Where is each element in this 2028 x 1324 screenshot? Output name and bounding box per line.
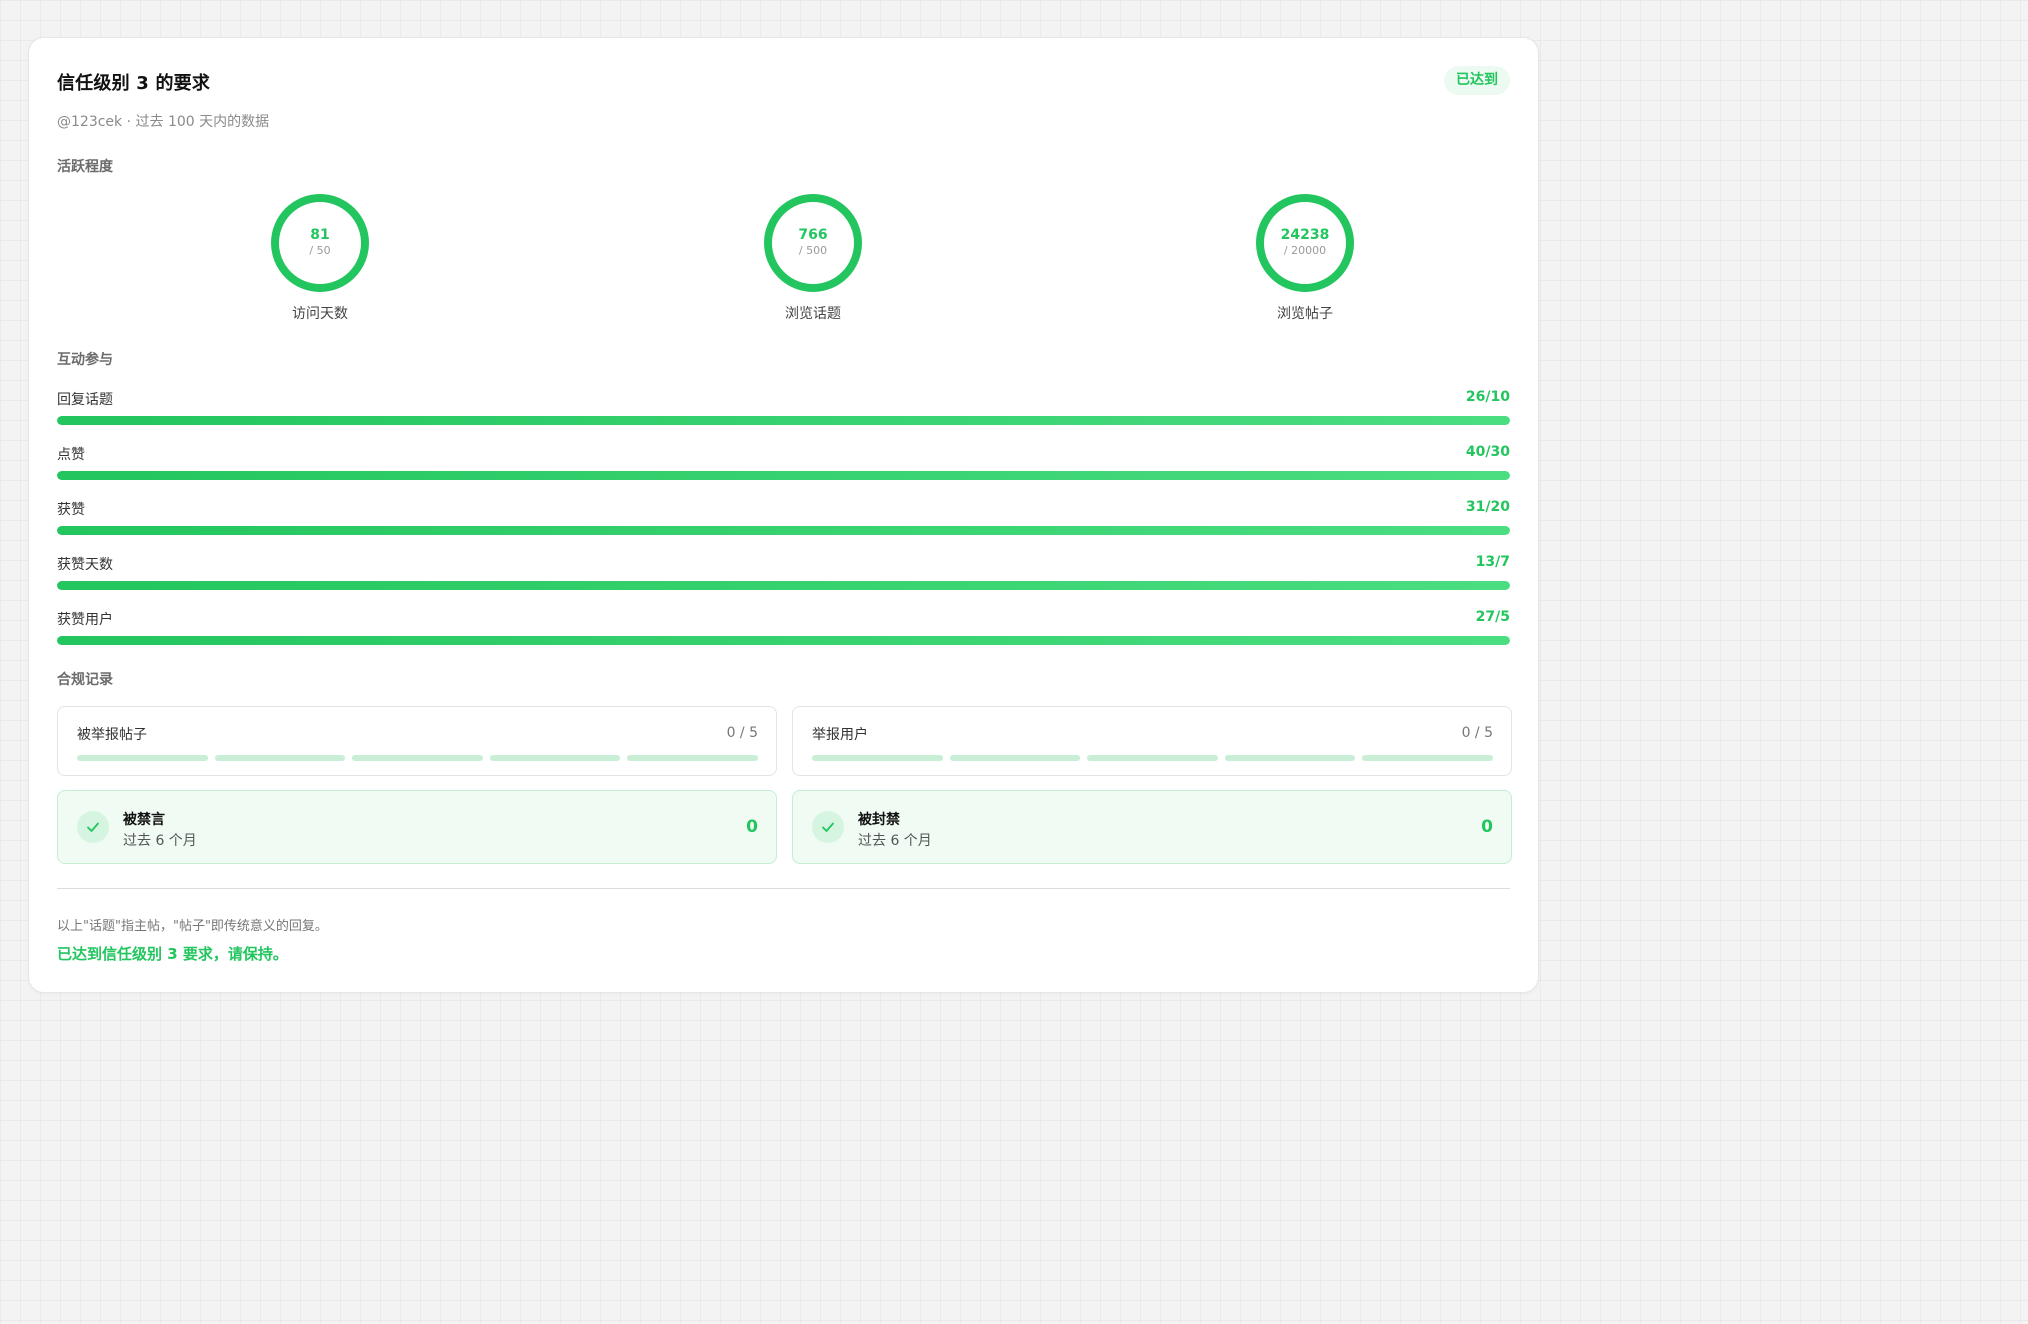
progress-label: 获赞天数 xyxy=(57,557,113,573)
progress-row-liked-days: 获赞天数 13/7 xyxy=(57,554,1510,600)
progress-track xyxy=(57,416,1510,425)
segment xyxy=(627,755,758,761)
divider xyxy=(57,888,1510,889)
progress-track xyxy=(57,471,1510,480)
reported-users-box: 举报用户 0 / 5 xyxy=(792,706,1512,776)
page-title: 信任级别 3 的要求 xyxy=(57,73,211,94)
segment xyxy=(352,755,483,761)
progress-value: 40/30 xyxy=(1465,444,1510,460)
progress-track xyxy=(57,636,1510,645)
progress-track xyxy=(57,581,1510,590)
metric-target: / 50 xyxy=(309,244,331,257)
progress-value: 13/7 xyxy=(1475,554,1510,570)
progress-fill xyxy=(57,526,1510,535)
progress-value: 27/5 xyxy=(1475,609,1510,625)
progress-ring: 81 / 50 xyxy=(271,194,369,292)
segment-bar xyxy=(77,755,758,761)
section-label-compliance: 合规记录 xyxy=(57,672,113,688)
page-subtitle: @123cek · 过去 100 天内的数据 xyxy=(57,114,270,130)
progress-ring: 766 / 500 xyxy=(764,194,862,292)
penalty-count: 0 xyxy=(1481,817,1493,837)
segment xyxy=(214,755,346,761)
segment xyxy=(1224,755,1356,761)
section-label-interaction: 互动参与 xyxy=(57,352,113,368)
penalty-period: 过去 6 个月 xyxy=(858,833,932,849)
box-label: 举报用户 xyxy=(812,727,868,743)
progress-label: 获赞用户 xyxy=(57,612,113,628)
footer-note: 以上"话题"指主帖，"帖子"即传统意义的回复。 xyxy=(57,919,328,934)
trust-level-card: 信任级别 3 的要求 已达到 @123cek · 过去 100 天内的数据 活跃… xyxy=(28,37,1539,993)
metric-topics-viewed: 766 / 500 浏览话题 xyxy=(743,194,883,323)
metric-label: 浏览帖子 xyxy=(1277,306,1333,322)
metric-label: 浏览话题 xyxy=(785,306,841,322)
box-value: 0 / 5 xyxy=(726,725,758,741)
progress-row-liked-users: 获赞用户 27/5 xyxy=(57,609,1510,655)
status-badge: 已达到 xyxy=(1444,66,1510,95)
progress-ring: 24238 / 20000 xyxy=(1256,194,1354,292)
progress-row-replies: 回复话题 26/10 xyxy=(57,389,1510,435)
metric-posts-viewed: 24238 / 20000 浏览帖子 xyxy=(1235,194,1375,323)
status-message: 已达到信任级别 3 要求，请保持。 xyxy=(57,945,288,963)
metric-target: / 500 xyxy=(798,244,828,257)
penalty-title: 被禁言 xyxy=(123,812,165,828)
segment xyxy=(489,755,621,761)
check-icon xyxy=(812,811,844,843)
progress-row-likes-given: 点赞 40/30 xyxy=(57,444,1510,490)
penalty-count: 0 xyxy=(746,817,758,837)
box-label: 被举报帖子 xyxy=(77,727,147,743)
silenced-box: 被禁言 过去 6 个月 0 xyxy=(57,790,777,864)
section-label-activity: 活跃程度 xyxy=(57,159,113,175)
segment xyxy=(77,755,208,761)
progress-row-likes-received: 获赞 31/20 xyxy=(57,499,1510,545)
progress-label: 获赞 xyxy=(57,502,85,518)
progress-label: 回复话题 xyxy=(57,392,113,408)
card-body: 信任级别 3 的要求 已达到 @123cek · 过去 100 天内的数据 活跃… xyxy=(57,38,1512,992)
segment xyxy=(1362,755,1493,761)
segment-bar xyxy=(812,755,1493,761)
metric-value: 24238 xyxy=(1280,227,1330,243)
progress-value: 26/10 xyxy=(1465,389,1510,405)
progress-label: 点赞 xyxy=(57,447,85,463)
suspended-box: 被封禁 过去 6 个月 0 xyxy=(792,790,1512,864)
progress-fill xyxy=(57,471,1510,480)
metric-value: 81 xyxy=(310,227,330,243)
progress-track xyxy=(57,526,1510,535)
segment xyxy=(1087,755,1218,761)
penalty-period: 过去 6 个月 xyxy=(123,833,197,849)
metric-value: 766 xyxy=(798,227,828,243)
progress-value: 31/20 xyxy=(1465,499,1510,515)
check-icon xyxy=(77,811,109,843)
progress-fill xyxy=(57,416,1510,425)
segment xyxy=(949,755,1081,761)
segment xyxy=(812,755,943,761)
penalty-title: 被封禁 xyxy=(858,812,900,828)
box-value: 0 / 5 xyxy=(1461,725,1493,741)
metric-label: 访问天数 xyxy=(292,306,348,322)
reported-posts-box: 被举报帖子 0 / 5 xyxy=(57,706,777,776)
progress-fill xyxy=(57,636,1510,645)
progress-fill xyxy=(57,581,1510,590)
metric-visit-days: 81 / 50 访问天数 xyxy=(250,194,390,323)
metric-target: / 20000 xyxy=(1283,244,1327,257)
